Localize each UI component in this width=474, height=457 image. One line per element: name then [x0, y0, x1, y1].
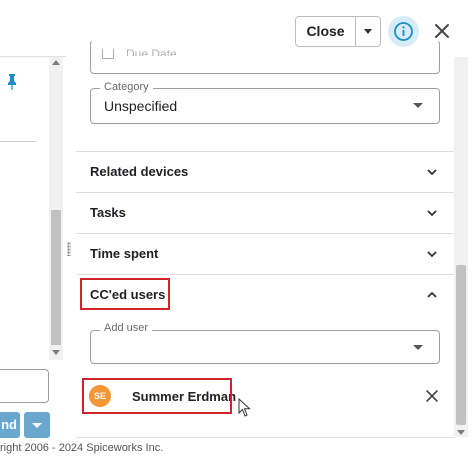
section-tasks[interactable]: Tasks	[76, 192, 454, 233]
remove-user-icon[interactable]	[425, 389, 439, 403]
copyright-text: right 2006 - 2024 Spiceworks Inc.	[0, 442, 164, 454]
scroll-down-arrow-icon[interactable]	[457, 430, 465, 435]
section-title: Tasks	[90, 205, 126, 220]
cced-users-highlight	[80, 278, 170, 310]
caret-down-icon	[413, 103, 423, 108]
send-button[interactable]: nd	[0, 412, 20, 438]
left-separator	[0, 141, 36, 142]
mouse-cursor-icon	[238, 398, 251, 417]
chevron-down-icon	[427, 210, 437, 217]
left-input-field[interactable]	[0, 369, 49, 403]
resize-grip-icon[interactable]	[67, 242, 71, 256]
add-user-select[interactable]	[90, 330, 440, 364]
panel-bottom-divider	[76, 437, 454, 438]
section-related-devices[interactable]: Related devices	[76, 151, 454, 192]
left-pane: nd right 2006 - 2024 Spiceworks Inc.	[0, 0, 163, 457]
section-time-spent[interactable]: Time spent	[76, 233, 454, 274]
due-date-label: Due Date	[126, 47, 177, 56]
chevron-down-icon	[427, 169, 437, 176]
caret-down-icon	[413, 345, 423, 350]
due-date-field[interactable]	[90, 40, 440, 74]
add-user-label: Add user	[100, 322, 153, 334]
pin-icon[interactable]	[5, 73, 19, 91]
scroll-down-arrow-icon[interactable]	[52, 350, 60, 355]
left-scrollbar-thumb[interactable]	[51, 210, 61, 345]
chevron-down-icon	[427, 251, 437, 258]
cc-user-highlight	[82, 378, 232, 414]
send-dropdown-button[interactable]	[24, 412, 50, 438]
info-icon	[394, 22, 413, 41]
close-icon[interactable]	[432, 21, 452, 41]
right-scrollbar-thumb[interactable]	[456, 265, 466, 425]
category-value: Unspecified	[104, 98, 178, 114]
chevron-up-icon	[427, 291, 437, 298]
calendar-icon	[102, 49, 114, 59]
section-title: Related devices	[90, 164, 189, 179]
category-label: Category	[100, 81, 153, 93]
scroll-up-arrow-icon[interactable]	[52, 60, 60, 65]
section-title: Time spent	[90, 246, 159, 261]
